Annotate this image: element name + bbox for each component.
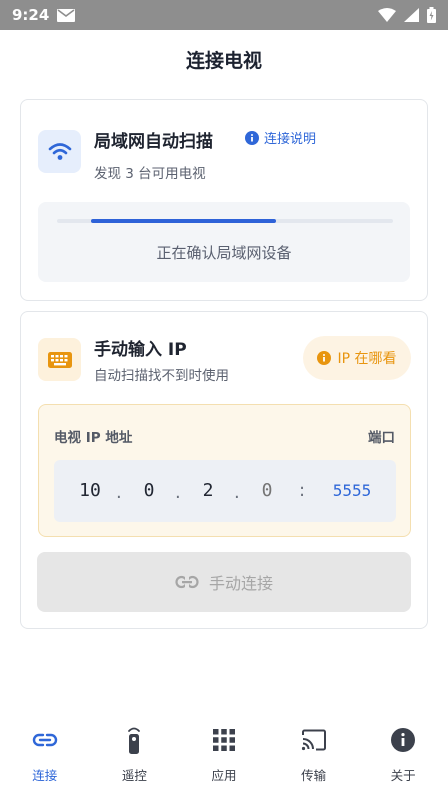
status-bar: 9:24 — [0, 0, 448, 30]
nav-item-remote[interactable]: 遥控 — [90, 712, 180, 796]
manual-ip-card: 手动输入 IP 自动扫描找不到时使用 IP 在哪看 电视 IP 地址 端口 . … — [20, 311, 428, 629]
mail-icon — [57, 8, 76, 22]
wifi-icon — [38, 130, 81, 173]
keyboard-icon — [38, 338, 81, 381]
scan-card-title: 局域网自动扫描 — [94, 132, 213, 152]
nav-label-apps: 应用 — [211, 768, 237, 783]
link-icon — [32, 726, 58, 754]
scan-status-panel: 正在确认局域网设备 — [38, 202, 410, 282]
status-icons — [378, 7, 436, 23]
ip-help-button[interactable]: IP 在哪看 — [303, 336, 411, 380]
ip-octet-4[interactable] — [247, 460, 287, 522]
ip-fields: . . . : — [54, 460, 396, 522]
connection-help-link[interactable]: 连接说明 — [245, 128, 316, 147]
manual-card-subtitle: 自动扫描找不到时使用 — [94, 368, 229, 384]
ip-help-label: IP 在哪看 — [337, 351, 397, 367]
status-time: 9:24 — [12, 6, 50, 24]
cell-signal-icon — [404, 8, 419, 22]
connection-help-label: 连接说明 — [264, 132, 317, 147]
wifi-signal-icon — [378, 8, 396, 22]
manual-card-title: 手动输入 IP — [94, 340, 187, 360]
octet-separator: . — [116, 482, 122, 503]
scan-card-subtitle: 发现 3 台可用电视 — [94, 166, 206, 182]
grid-icon — [212, 726, 235, 754]
scan-progress-fill — [91, 219, 276, 223]
nav-label-about: 关于 — [390, 768, 416, 783]
remote-icon — [125, 726, 143, 754]
nav-label-connect: 连接 — [32, 768, 58, 783]
nav-item-about[interactable]: 关于 — [358, 712, 448, 796]
manual-connect-button[interactable]: 手动连接 — [37, 552, 411, 612]
nav-item-cast[interactable]: 传输 — [269, 712, 359, 796]
scan-progress-bar — [57, 219, 393, 223]
nav-label-cast: 传输 — [301, 768, 327, 783]
auto-scan-card: 局域网自动扫描 连接说明 发现 3 台可用电视 正在确认局域网设备 — [20, 99, 428, 301]
info-icon — [391, 726, 416, 754]
octet-separator: . — [234, 482, 240, 503]
port-separator: : — [299, 480, 306, 501]
ip-address-label: 电视 IP 地址 — [54, 430, 133, 446]
info-icon — [245, 130, 259, 145]
ip-octet-2[interactable] — [129, 460, 169, 522]
nav-label-remote: 遥控 — [121, 768, 147, 783]
manual-connect-label: 手动连接 — [208, 574, 273, 593]
ip-input-panel: 电视 IP 地址 端口 . . . : — [38, 404, 411, 537]
battery-icon — [427, 7, 436, 23]
cast-icon — [301, 726, 327, 754]
ip-octet-1[interactable] — [70, 460, 110, 522]
page-title: 连接电视 — [185, 50, 262, 72]
nav-item-apps[interactable]: 应用 — [179, 712, 269, 796]
nav-item-connect[interactable]: 连接 — [0, 712, 90, 796]
scan-status-text: 正在确认局域网设备 — [156, 244, 292, 262]
port-input[interactable] — [322, 460, 382, 522]
info-icon — [317, 351, 332, 365]
port-label: 端口 — [368, 430, 395, 446]
link-icon — [175, 575, 199, 589]
octet-separator: . — [175, 482, 181, 503]
ip-octet-3[interactable] — [188, 460, 228, 522]
bottom-nav: 连接 遥控 应用 传输 关于 — [0, 712, 448, 796]
